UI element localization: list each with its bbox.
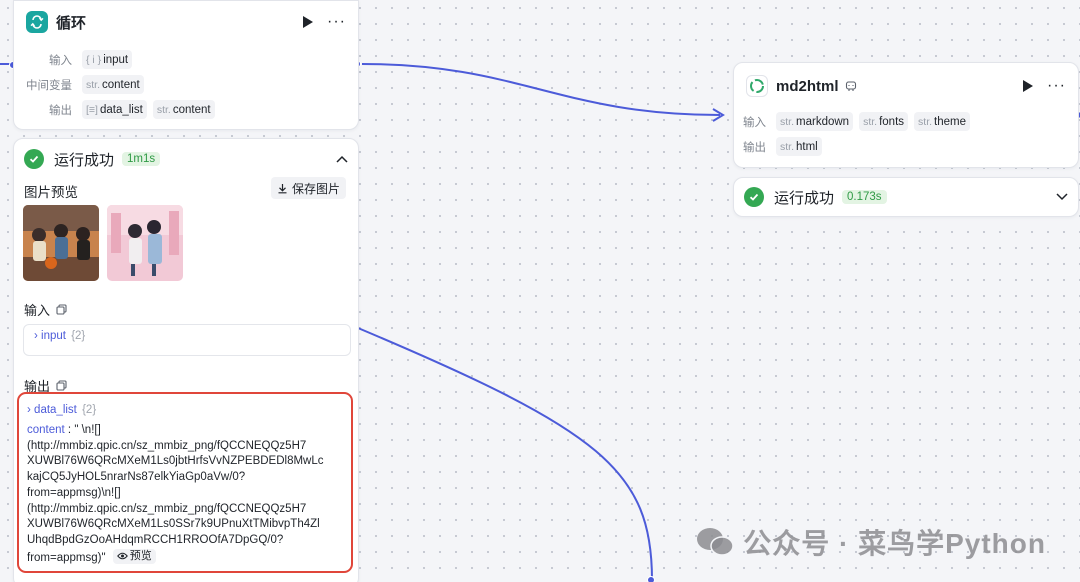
content-line-2: XUWBl76W6QRcMXeM1Ls0jbtHrfsVvNZPEBDEDl8M…	[27, 455, 324, 468]
md2html-node-title: md2html	[776, 77, 839, 95]
param-label: 输入	[49, 54, 72, 67]
run-time-badge: 1m1s	[122, 152, 161, 166]
plugin-icon	[845, 81, 856, 91]
content-line-0: " \n![]	[74, 424, 101, 436]
content-line-7: UhqdBpdGzOoAHdqmRCCH1RROOfA7DpGQ/0?	[27, 533, 284, 546]
copy-icon[interactable]	[56, 380, 67, 391]
param-tag: str. content	[82, 75, 144, 94]
content-line-4: from=appmsg)\n![]	[27, 486, 121, 499]
watermark-text: 公众号 · 菜鸟学Python	[743, 528, 1046, 559]
run-status-header[interactable]: 运行成功 0.173s	[734, 178, 1078, 216]
param-tag: { i } input	[82, 50, 133, 69]
json-count: {2}	[71, 330, 86, 342]
param-tag: [≡] data_list	[82, 100, 147, 119]
input-section-label: 输入	[24, 303, 51, 318]
eye-icon	[116, 553, 128, 560]
loop-body-port[interactable]	[647, 576, 655, 582]
param-label: 输入	[743, 116, 766, 129]
content-line-5: (http://mmbiz.qpic.cn/sz_mmbiz_png/fQCCN…	[27, 502, 307, 515]
wechat-icon	[697, 528, 734, 556]
success-check-icon	[744, 187, 764, 207]
param-tag: str. theme	[914, 112, 971, 131]
edge-loop-to-md2html	[361, 63, 721, 116]
md2html-node[interactable]: md2html ··· 输入 str. markdown str. fonts st…	[733, 62, 1079, 168]
watermark: 公众号 · 菜鸟学Python	[695, 522, 1046, 562]
input-json-viewer[interactable]: › input {2}	[23, 324, 351, 356]
expand-chevron-icon[interactable]: ›	[34, 330, 38, 342]
loop-node-title: 循环	[56, 14, 87, 32]
preview-label: 预览	[129, 549, 152, 562]
download-icon	[278, 183, 287, 193]
param-label: 中间变量	[26, 79, 72, 92]
param-tag: str. markdown	[776, 112, 854, 131]
content-line-8: from=appmsg)"	[27, 551, 106, 564]
chevron-up-icon[interactable]	[336, 155, 348, 163]
md2html-icon	[746, 75, 768, 97]
run-icon[interactable]	[1023, 80, 1034, 92]
run-time-badge: 0.173s	[842, 190, 887, 204]
run-status-header[interactable]: 运行成功 1m1s	[14, 139, 358, 179]
json-key: input	[41, 330, 66, 342]
param-tag: str. html	[776, 137, 822, 156]
run-status-label: 运行成功	[774, 189, 835, 207]
preview-image-2[interactable]	[107, 205, 183, 281]
more-icon[interactable]: ···	[327, 14, 346, 30]
json-row-data-list: › data_list {2}	[27, 404, 343, 422]
run-status-label: 运行成功	[54, 151, 115, 169]
expand-chevron-icon[interactable]: ›	[27, 404, 31, 416]
content-line-1: (http://mmbiz.qpic.cn/sz_mmbiz_png/fQCCN…	[27, 439, 307, 452]
edge-arrow-head	[712, 108, 725, 122]
chevron-down-icon[interactable]	[1056, 193, 1068, 201]
preview-button[interactable]: 预览	[112, 548, 156, 565]
save-image-label: 保存图片	[291, 181, 340, 196]
json-key: content	[27, 424, 65, 436]
success-check-icon	[24, 149, 44, 169]
json-row-content: content : " \n![] (http://mmbiz.qpic.cn/…	[27, 424, 324, 565]
save-image-button[interactable]: 保存图片	[270, 177, 346, 199]
loop-result-panel: 运行成功 1m1s 图片预览 保存图片 输入 › input {2} 输出 › …	[13, 138, 359, 582]
content-line-3: kajCQ5JyHOL5nrarNs87elkYiaGp0aVw/0?	[27, 471, 246, 484]
param-label: 输出	[743, 141, 766, 154]
loop-icon	[26, 11, 48, 33]
edge-loop-body	[357, 327, 653, 581]
preview-image-1[interactable]	[23, 205, 99, 281]
param-row-output: 输出 [≡] data_list str. content	[14, 97, 358, 122]
param-row-input: 输入 { i } input	[14, 47, 358, 72]
json-key: data_list	[34, 404, 77, 416]
param-row-input: 输入 str. markdown str. fonts str. theme	[734, 109, 1078, 134]
more-icon[interactable]: ···	[1047, 78, 1066, 94]
json-count: {2}	[82, 404, 97, 416]
param-row-intermediate: 中间变量 str. content	[14, 72, 358, 97]
copy-icon[interactable]	[56, 304, 67, 315]
param-tag: str. content	[152, 100, 215, 119]
content-line-6: XUWBl76W6QRcMXeM1Ls0SSr7k9UPnuXtTMibvpTh…	[27, 518, 320, 531]
param-tag: str. fonts	[859, 112, 909, 131]
md2html-result-panel[interactable]: 运行成功 0.173s	[733, 177, 1079, 217]
run-icon[interactable]	[303, 16, 314, 28]
input-section-title: 输入	[24, 300, 67, 319]
image-preview-title: 图片预览	[24, 185, 78, 200]
param-row-output: 输出 str. html	[734, 134, 1078, 159]
loop-node[interactable]: 循环 ··· 输入 { i } input 中间变量 str. content 输出…	[13, 0, 359, 130]
output-json-viewer[interactable]: › data_list {2} content : " \n![] (http:…	[17, 392, 353, 573]
param-label: 输出	[49, 104, 72, 117]
